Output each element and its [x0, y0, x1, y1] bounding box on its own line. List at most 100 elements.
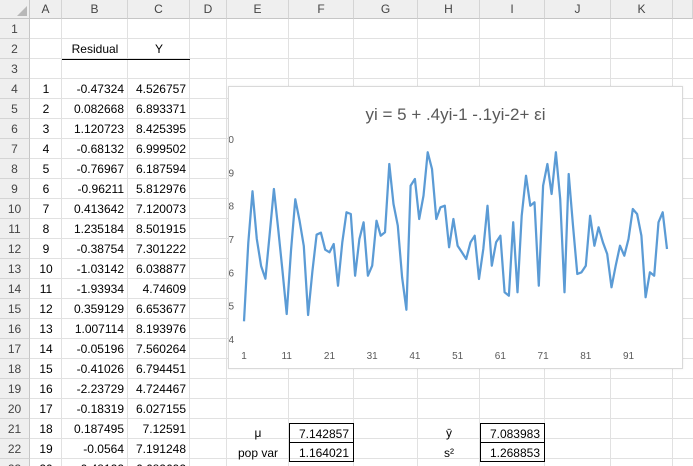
row-header-18[interactable]: 18 [0, 359, 30, 379]
popvar-label[interactable]: pop var [227, 443, 289, 463]
spreadsheet-grid[interactable]: ABCDEFGHIJK 1 2 3 4 5 6 7 8 9 10 11 12 13 14 15 16 17 18 1… [0, 0, 693, 466]
index-cell[interactable]: 17 [30, 399, 62, 419]
select-all-corner[interactable] [0, 0, 30, 19]
index-cell[interactable]: 18 [30, 419, 62, 439]
row-header-10[interactable]: 10 [0, 199, 30, 219]
series-line[interactable] [242, 151, 669, 322]
row-header-6[interactable]: 6 [0, 119, 30, 139]
row-header-9[interactable]: 9 [0, 179, 30, 199]
y-cell[interactable]: 6.682692 [128, 459, 190, 466]
residual-cell[interactable]: -0.38754 [62, 239, 128, 259]
row-header-8[interactable]: 8 [0, 159, 30, 179]
s2-label[interactable]: s² [418, 443, 480, 463]
row-header-11[interactable]: 11 [0, 219, 30, 239]
residual-cell[interactable]: 1.007114 [62, 319, 128, 339]
column-header-F[interactable]: F [289, 0, 354, 19]
index-cell[interactable]: 15 [30, 359, 62, 379]
index-cell[interactable]: 6 [30, 179, 62, 199]
column-header-A[interactable]: A [30, 0, 62, 19]
y-cell[interactable]: 6.794451 [128, 359, 190, 379]
residual-cell[interactable]: 0.413642 [62, 199, 128, 219]
row-header-15[interactable]: 15 [0, 299, 30, 319]
index-cell[interactable]: 5 [30, 159, 62, 179]
column-header-J[interactable]: J [545, 0, 611, 19]
residual-cell[interactable]: -0.47324 [62, 79, 128, 99]
index-cell[interactable]: 19 [30, 439, 62, 459]
popvar-value[interactable]: 1.164021 [289, 442, 354, 462]
index-cell[interactable]: 10 [30, 259, 62, 279]
row-header-12[interactable]: 12 [0, 239, 30, 259]
index-cell[interactable]: 1 [30, 79, 62, 99]
y-cell[interactable]: 5.812976 [128, 179, 190, 199]
row-header-1[interactable]: 1 [0, 19, 30, 39]
residual-cell[interactable]: -1.93934 [62, 279, 128, 299]
index-cell[interactable]: 13 [30, 319, 62, 339]
index-cell[interactable]: 11 [30, 279, 62, 299]
residual-cell[interactable]: -0.18319 [62, 399, 128, 419]
residual-header[interactable]: Residual [62, 39, 128, 59]
row-header-17[interactable]: 17 [0, 339, 30, 359]
residual-cell[interactable]: -0.41026 [62, 359, 128, 379]
y-cell[interactable]: 6.187594 [128, 159, 190, 179]
residual-cell[interactable]: 0.359129 [62, 299, 128, 319]
y-header[interactable]: Y [128, 39, 190, 59]
column-header-extra[interactable] [673, 0, 693, 19]
column-header-G[interactable]: G [354, 0, 418, 19]
row-header-21[interactable]: 21 [0, 419, 30, 439]
row-header-5[interactable]: 5 [0, 99, 30, 119]
index-cell[interactable]: 16 [30, 379, 62, 399]
row-header-13[interactable]: 13 [0, 259, 30, 279]
column-header-H[interactable]: H [418, 0, 480, 19]
s2-value[interactable]: 1.268853 [480, 442, 545, 462]
index-cell[interactable]: 8 [30, 219, 62, 239]
row-header-22[interactable]: 22 [0, 439, 30, 459]
line-chart[interactable]: yi = 5 + .4yi-1 -.1yi-2+ εi4567891011121… [223, 86, 683, 369]
residual-cell[interactable]: 0.187495 [62, 419, 128, 439]
residual-cell[interactable]: -0.05196 [62, 339, 128, 359]
index-cell[interactable]: 3 [30, 119, 62, 139]
column-header-B[interactable]: B [62, 0, 128, 19]
y-cell[interactable]: 4.526757 [128, 79, 190, 99]
y-cell[interactable]: 7.301222 [128, 239, 190, 259]
ybar-label[interactable]: ȳ [418, 423, 480, 443]
y-cell[interactable]: 4.74609 [128, 279, 190, 299]
index-cell[interactable]: 7 [30, 199, 62, 219]
y-cell[interactable]: 6.027155 [128, 399, 190, 419]
residual-cell[interactable]: 0.082668 [62, 99, 128, 119]
mu-value[interactable]: 7.142857 [289, 423, 354, 443]
index-cell[interactable]: 4 [30, 139, 62, 159]
mu-label[interactable]: μ [227, 423, 289, 443]
y-cell[interactable]: 6.038877 [128, 259, 190, 279]
y-cell[interactable]: 7.120073 [128, 199, 190, 219]
residual-cell[interactable]: -0.68132 [62, 139, 128, 159]
y-cell[interactable]: 8.425395 [128, 119, 190, 139]
row-header-20[interactable]: 20 [0, 399, 30, 419]
column-header-E[interactable]: E [227, 0, 289, 19]
column-header-C[interactable]: C [128, 0, 190, 19]
residual-cell[interactable]: -0.48122 [62, 459, 128, 466]
row-header-23[interactable]: 23 [0, 459, 30, 466]
y-cell[interactable]: 6.893371 [128, 99, 190, 119]
row-header-3[interactable]: 3 [0, 59, 30, 79]
index-cell[interactable]: 2 [30, 99, 62, 119]
row-header-4[interactable]: 4 [0, 79, 30, 99]
row-header-14[interactable]: 14 [0, 279, 30, 299]
y-cell[interactable]: 6.999502 [128, 139, 190, 159]
index-cell[interactable]: 12 [30, 299, 62, 319]
y-cell[interactable]: 6.653677 [128, 299, 190, 319]
y-cell[interactable]: 8.193976 [128, 319, 190, 339]
ybar-value[interactable]: 7.083983 [480, 423, 545, 443]
residual-cell[interactable]: -2.23729 [62, 379, 128, 399]
column-header-D[interactable]: D [190, 0, 227, 19]
row-header-2[interactable]: 2 [0, 39, 30, 59]
residual-cell[interactable]: 1.235184 [62, 219, 128, 239]
y-cell[interactable]: 4.724467 [128, 379, 190, 399]
index-cell[interactable]: 20 [30, 459, 62, 466]
index-cell[interactable]: 14 [30, 339, 62, 359]
residual-cell[interactable]: -1.03142 [62, 259, 128, 279]
column-header-I[interactable]: I [480, 0, 545, 19]
y-cell[interactable]: 7.191248 [128, 439, 190, 459]
y-cell[interactable]: 8.501915 [128, 219, 190, 239]
residual-cell[interactable]: -0.0564 [62, 439, 128, 459]
row-header-16[interactable]: 16 [0, 319, 30, 339]
